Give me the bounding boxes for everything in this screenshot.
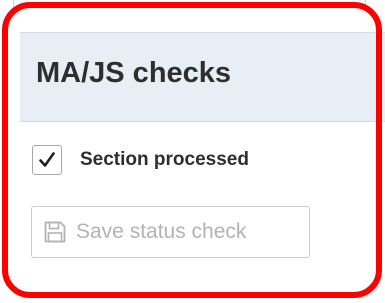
panel-title: MA/JS checks	[36, 57, 232, 89]
save-status-check-button[interactable]: Save status check	[31, 206, 310, 258]
section-processed-label: Section processed	[80, 149, 249, 170]
checks-panel: MA/JS checks Section processed Save stat…	[0, 14, 385, 303]
top-divider	[0, 0, 385, 8]
checkmark-icon	[39, 152, 55, 167]
floppy-disk-icon	[42, 219, 68, 245]
divider-tick	[13, 0, 14, 8]
section-processed-checkbox[interactable]	[32, 145, 62, 175]
section-processed-row[interactable]: Section processed	[32, 142, 249, 178]
save-button-label: Save status check	[76, 220, 247, 243]
page: MA/JS checks Section processed Save stat…	[0, 0, 385, 303]
divider-tick	[365, 0, 366, 8]
panel-header: MA/JS checks	[20, 32, 385, 122]
